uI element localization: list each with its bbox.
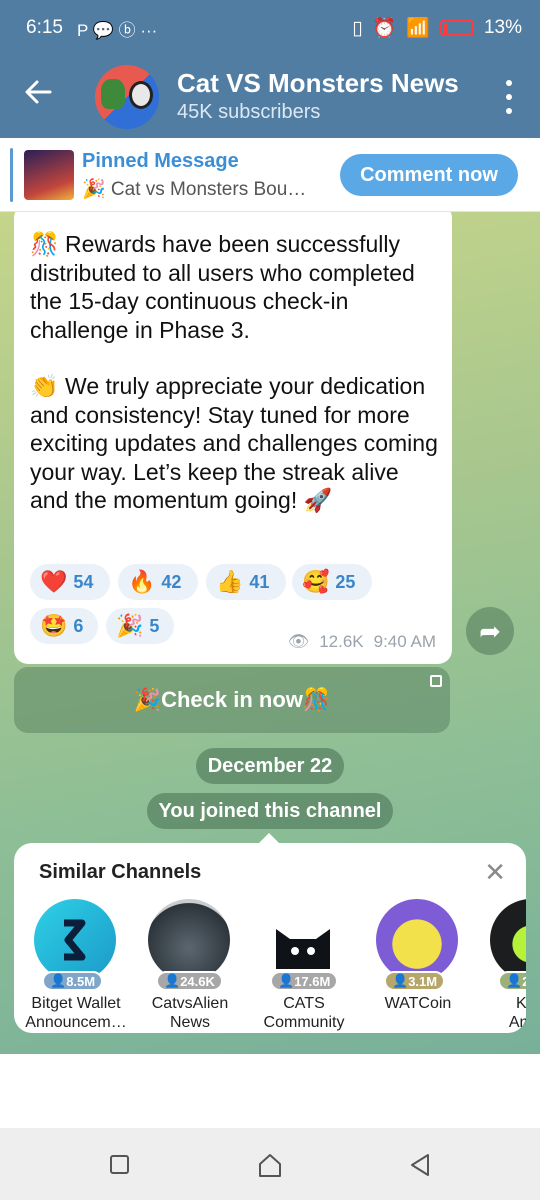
pinned-message-bar[interactable]: Pinned Message 🎉 Cat vs Monsters Bou… Co… [0,138,540,212]
monster-figure [129,81,153,109]
reaction-heart[interactable]: ❤️ 54 [30,564,110,600]
channel-avatar [490,899,526,981]
channel-avatar [34,899,116,981]
signal-icon: 📶 [406,18,430,39]
similar-channels-panel: Similar Channels ✕ 👤 8.5M Bitget Wallet An… [14,833,526,1033]
pinned-thumbnail [24,150,74,200]
back-triangle-icon[interactable] [408,1152,432,1183]
pinned-title: Pinned Message [82,150,239,172]
similar-channel-cats[interactable]: 👤 17.6M CATS Community [248,899,360,1031]
channel-name: WATCoin [384,995,452,1012]
comment-now-button[interactable]: Comment now [340,154,518,196]
channel-name: KaiaAnnou [508,995,526,1029]
check-in-button[interactable]: 🎉Check in now🎊 [14,667,450,733]
similar-channel-bitget[interactable]: 👤 8.5M Bitget Wallet Announcem… [20,899,132,1031]
share-icon[interactable]: ➦ [466,607,514,655]
recents-icon[interactable] [110,1155,129,1174]
similar-channel-kaia[interactable]: 👤2 KaiaAnnou [476,899,526,1029]
arrow-left-icon[interactable] [22,76,58,116]
message-paragraph-1: 🎊 Rewards have been successfully distrib… [30,231,415,343]
reaction-love-face[interactable]: 🥰 25 [292,564,372,600]
status-right: ▯ ⏰ 📶 13% [352,16,522,40]
pinned-text: 🎉 Cat vs Monsters Bou… [82,179,307,200]
subscriber-badge: 👤 3.1M [384,971,446,991]
notification-icons: P 💬 ⓑ ··· [76,20,158,40]
similar-channel-watcoin[interactable]: 👤 3.1M WATCoin [362,899,474,1029]
status-time: 6:15 [26,17,63,38]
channel-avatar[interactable] [95,65,159,129]
close-icon[interactable]: ✕ [484,857,506,888]
message-time: 9:40 AM [373,632,436,651]
message-meta: 👁 12.6K 9:40 AM [288,632,436,652]
reaction-thumbs-up[interactable]: 👍 41 [206,564,286,600]
subscriber-badge: 👤 8.5M [42,971,104,991]
channel-name: CatvsAlien News [151,995,229,1031]
joined-channel-chip: You joined this channel [147,793,393,829]
alarm-icon: ⏰ [372,18,397,39]
home-icon[interactable] [258,1152,282,1183]
open-window-icon [430,675,442,687]
message-paragraph-2: 👏 We truly appreciate your dedication an… [30,373,438,513]
subscriber-count: 45K subscribers [177,101,321,123]
subscriber-badge: 👤 24.6K [156,971,223,991]
cat-figure [101,79,125,109]
similar-channels-title: Similar Channels [39,861,202,883]
channel-header: Cat VS Monsters News 45K subscribers [0,56,540,138]
date-chip: December 22 [196,748,344,784]
view-count: 12.6K [319,632,364,651]
status-bar: 6:15 P 💬 ⓑ ··· ▯ ⏰ 📶 13% [0,0,540,56]
channel-name: CATS Community [263,995,345,1031]
channel-avatar [262,899,344,981]
message-bubble[interactable]: 🎊 Rewards have been successfully distrib… [14,212,452,664]
vibrate-icon: ▯ [352,17,363,39]
more-options-icon[interactable] [504,80,514,114]
channel-avatar [376,899,458,981]
similar-channel-catvsalien[interactable]: 👤 24.6K CatvsAlien News [134,899,246,1031]
reaction-star-eyes[interactable]: 🤩 6 [30,608,98,644]
system-nav-bar [0,1128,540,1200]
check-in-label: 🎉Check in now🎊 [133,687,331,712]
chat-area[interactable]: 🎊 Rewards have been successfully distrib… [0,212,540,1054]
reaction-party[interactable]: 🎉 5 [106,608,174,644]
pinned-indicator [10,148,13,202]
message-text: 🎊 Rewards have been successfully distrib… [30,230,440,515]
battery-level: 13% [483,17,522,38]
channel-name: Bitget Wallet Announcem… [25,995,127,1031]
subscriber-badge: 👤 17.6M [270,971,339,991]
subscriber-badge: 👤 2 [498,971,526,991]
views-icon: 👁 [287,632,310,651]
battery-icon [439,20,474,36]
input-area [0,1054,540,1128]
channel-avatar [148,899,230,981]
channel-title[interactable]: Cat VS Monsters News [177,68,459,99]
reaction-fire[interactable]: 🔥 42 [118,564,198,600]
